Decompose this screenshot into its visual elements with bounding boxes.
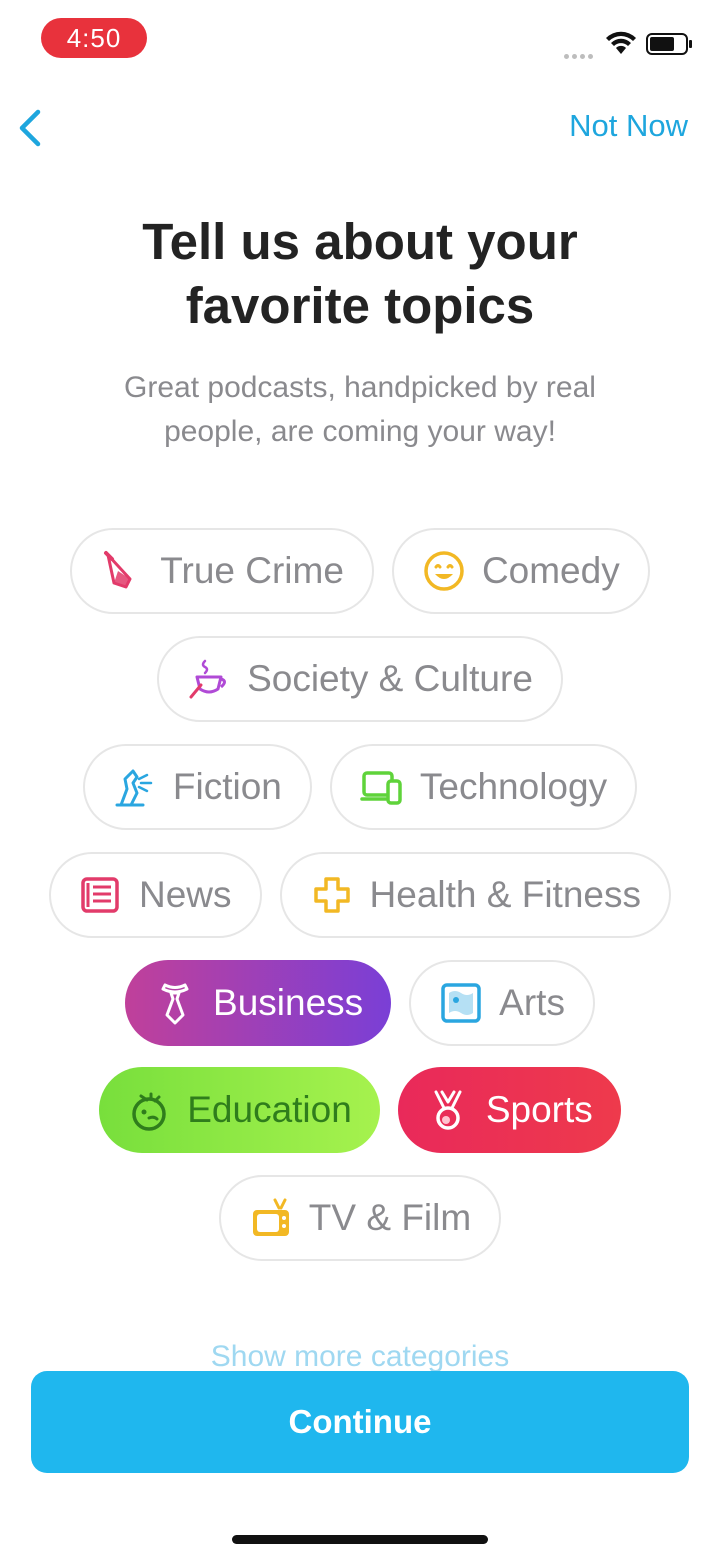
continue-button[interactable]: Continue (31, 1371, 689, 1473)
nav-bar: Not Now (0, 100, 720, 160)
topic-row: Society & Culture (0, 636, 720, 722)
topic-chip-label: True Crime (160, 550, 344, 591)
status-bar: 4:50 (0, 0, 720, 80)
page-subtitle: Great podcasts, handpicked by real peopl… (124, 371, 596, 448)
topic-chip-label: Fiction (172, 766, 282, 807)
battery-icon (646, 33, 692, 55)
teacup-icon (189, 659, 227, 699)
back-button[interactable] (12, 106, 52, 150)
topic-chip-label: Comedy (481, 550, 620, 591)
topic-chip-label: Arts (499, 982, 565, 1023)
topic-chip-society-culture[interactable]: Society & Culture (157, 636, 563, 722)
page-title: Tell us about your favorite topics (142, 213, 578, 334)
knife-icon (104, 551, 132, 589)
brain-icon (132, 1092, 166, 1131)
topic-chip-label: Business (213, 982, 364, 1023)
topic-chip-label: Technology (419, 766, 608, 807)
topic-row: True Crime Comedy (0, 528, 720, 614)
show-more-categories-link[interactable]: Show more categories (0, 1340, 720, 1374)
topic-chip-label: News (139, 874, 232, 915)
topic-chip-label: Health & Fitness (369, 874, 641, 915)
topic-row: Business Arts (0, 960, 720, 1046)
topic-row: TV & Film (0, 1175, 720, 1261)
topic-row: Education Sports (0, 1067, 720, 1153)
topic-chip-health-fitness[interactable]: Health & Fitness (279, 852, 671, 938)
topic-chip-tv-film[interactable]: TV & Film (218, 1175, 502, 1261)
signal-dots-icon (564, 46, 596, 64)
topic-chip-label: Education (187, 1089, 352, 1130)
status-time: 4:50 (41, 18, 147, 58)
wifi-icon (606, 31, 636, 54)
chevron-left-icon (19, 109, 41, 147)
devices-icon (360, 771, 402, 805)
topic-chip-label: Sports (485, 1089, 593, 1130)
home-indicator[interactable] (232, 1535, 488, 1544)
topic-chip-sports[interactable]: Sports (397, 1067, 621, 1153)
necktie-icon (161, 983, 189, 1025)
topic-chip-technology[interactable]: Technology (329, 744, 638, 830)
topic-chip-comedy[interactable]: Comedy (391, 528, 650, 614)
painting-icon (441, 983, 481, 1023)
topic-chip-news[interactable]: News (49, 852, 262, 938)
dragon-icon (115, 769, 153, 807)
smiley-icon (424, 551, 464, 591)
topic-chip-label: Society & Culture (247, 658, 533, 699)
not-now-button[interactable]: Not Now (569, 108, 688, 144)
topic-chip-business[interactable]: Business (125, 960, 392, 1046)
topic-row: Fiction Technology (0, 744, 720, 830)
topic-chip-education[interactable]: Education (99, 1067, 380, 1153)
newspaper-icon (81, 877, 119, 913)
topic-chip-fiction[interactable]: Fiction (82, 744, 312, 830)
plus-cross-icon (313, 877, 350, 913)
topic-row: News Health & Fitness (0, 852, 720, 938)
tv-icon (252, 1198, 289, 1236)
topic-chip-label: TV & Film (308, 1197, 472, 1238)
topic-chip-true-crime[interactable]: True Crime (70, 528, 374, 614)
topic-chip-arts[interactable]: Arts (409, 960, 595, 1046)
medal-icon (434, 1090, 462, 1130)
